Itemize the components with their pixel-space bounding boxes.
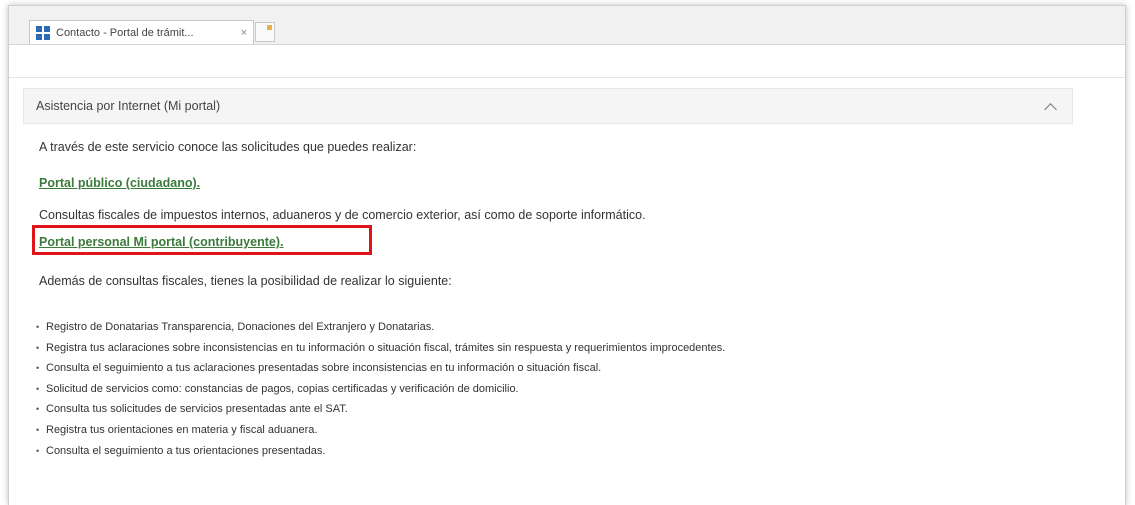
public-portal-description: Consultas fiscales de impuestos internos…	[39, 208, 646, 222]
accordion-mi-portal: Asistencia por Internet (Mi portal) A tr…	[23, 88, 1073, 461]
services-list: Registro de Donatarias Transparencia, Do…	[36, 317, 725, 461]
site-favicon-icon	[36, 25, 50, 40]
list-item: Registra tus aclaraciones sobre inconsis…	[36, 338, 725, 359]
browser-toolbar	[9, 45, 1125, 78]
link-portal-publico[interactable]: Portal público (ciudadano).	[39, 176, 200, 190]
tab-title: Contacto - Portal de trámit...	[56, 26, 194, 39]
new-tab-icon[interactable]	[255, 22, 275, 42]
personal-portal-description: Además de consultas fiscales, tienes la …	[39, 274, 452, 288]
list-item: Solicitud de servicios como: constancias…	[36, 379, 725, 400]
tab-close-icon[interactable]: ×	[241, 27, 247, 39]
list-item: Registro de Donatarias Transparencia, Do…	[36, 317, 725, 338]
tab-strip: Contacto - Portal de trámit... ×	[9, 6, 1125, 45]
list-item: Consulta tus solicitudes de servicios pr…	[36, 399, 725, 420]
list-item: Consulta el seguimiento a tus orientacio…	[36, 441, 725, 462]
accordion-title: Asistencia por Internet (Mi portal)	[36, 99, 221, 113]
browser-tab[interactable]: Contacto - Portal de trámit... ×	[29, 20, 254, 44]
link-portal-personal[interactable]: Portal personal Mi portal (contribuyente…	[39, 235, 283, 249]
intro-text: A través de este servicio conoce las sol…	[39, 140, 417, 154]
accordion-header[interactable]: Asistencia por Internet (Mi portal)	[23, 88, 1073, 124]
list-item: Registra tus orientaciones en materia y …	[36, 420, 725, 441]
chevron-up-icon[interactable]	[1044, 103, 1056, 115]
list-item: Consulta el seguimiento a tus aclaracion…	[36, 358, 725, 379]
